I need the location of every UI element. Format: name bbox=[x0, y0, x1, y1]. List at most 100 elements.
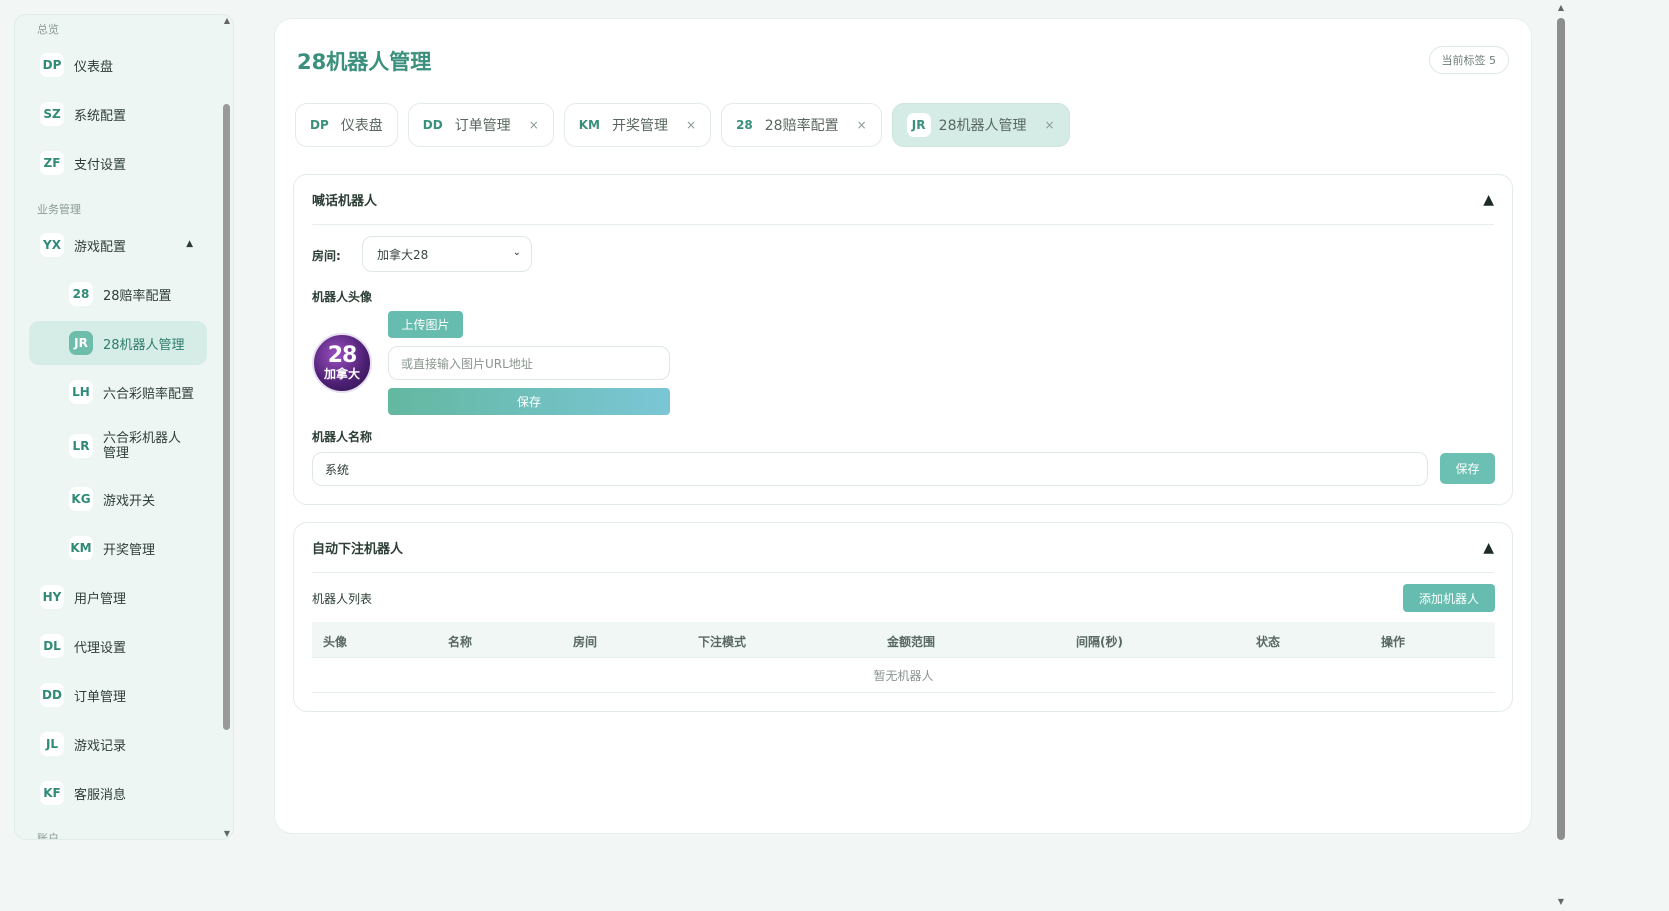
close-icon[interactable]: × bbox=[686, 118, 696, 132]
close-icon[interactable]: × bbox=[1044, 118, 1054, 132]
sidebar-item-label: 系统配置 bbox=[74, 108, 127, 124]
sidebar-item-lhc-robot[interactable]: LR 六合彩机器人管理 bbox=[29, 423, 207, 469]
sidebar-item-game-config[interactable]: YX 游戏配置 ▲ bbox=[29, 223, 207, 267]
section-overview: 总览 bbox=[37, 23, 59, 36]
page-scrollbar[interactable]: ▲ ▼ bbox=[1553, 0, 1569, 911]
scroll-down-icon[interactable]: ▼ bbox=[1556, 897, 1566, 906]
sidebar-item-label: 开奖管理 bbox=[103, 542, 156, 558]
collapse-icon[interactable]: ▲ bbox=[1483, 540, 1494, 556]
sidebar-item-orders[interactable]: DD 订单管理 bbox=[29, 673, 207, 717]
sidebar-badge: 28 bbox=[69, 282, 93, 306]
tab-28-odds[interactable]: 28 28赔率配置 × bbox=[721, 103, 882, 147]
tag-count-badge: 当前标签 5 bbox=[1428, 46, 1509, 74]
tab-orders[interactable]: DD 订单管理 × bbox=[407, 103, 554, 147]
scroll-up-icon[interactable]: ▲ bbox=[222, 16, 232, 25]
sidebar-badge: HY bbox=[40, 585, 64, 609]
scroll-down-icon[interactable]: ▼ bbox=[222, 829, 232, 838]
sidebar-item-label: 订单管理 bbox=[74, 689, 127, 705]
avatar-label: 机器人头像 bbox=[312, 290, 373, 304]
sidebar-scrollbar-thumb[interactable] bbox=[223, 104, 230, 730]
sidebar-item-label: 游戏开关 bbox=[103, 493, 156, 509]
column-header: 下注模式 bbox=[698, 635, 747, 649]
save-avatar-button[interactable]: 保存 bbox=[388, 388, 670, 415]
column-header: 房间 bbox=[573, 635, 598, 649]
column-header: 状态 bbox=[1256, 635, 1281, 649]
sidebar-item-label: 用户管理 bbox=[74, 591, 127, 607]
sidebar-item-label: 游戏记录 bbox=[74, 738, 127, 754]
robot-table: 头像 名称 房间 下注模式 金额范围 间隔(秒) 状态 操作 暂无机器人 bbox=[312, 622, 1495, 693]
tab-label: 仪表盘 bbox=[340, 118, 383, 134]
shout-bot-card: 喊话机器人 ▲ 房间: 加拿大28 ⌄ 机器人头像 28 加拿大 上传图片 或直… bbox=[293, 174, 1513, 505]
sidebar-badge: KF bbox=[40, 781, 64, 805]
table-header: 头像 名称 房间 下注模式 金额范围 间隔(秒) 状态 操作 bbox=[312, 622, 1495, 658]
sidebar-item-label: 代理设置 bbox=[74, 640, 127, 656]
chevron-down-icon: ⌄ bbox=[512, 247, 521, 258]
auto-bet-bot-card: 自动下注机器人 ▲ 机器人列表 添加机器人 头像 名称 房间 下注模式 金额范围… bbox=[293, 522, 1513, 712]
sidebar-item-game-records[interactable]: JL 游戏记录 bbox=[29, 722, 207, 766]
tab-dashboard[interactable]: DP 仪表盘 bbox=[295, 103, 398, 147]
sidebar-item-label: 仪表盘 bbox=[74, 59, 114, 75]
sidebar-item-payment[interactable]: ZF 支付设置 bbox=[29, 141, 207, 185]
column-header: 名称 bbox=[448, 635, 473, 649]
sidebar-item-agent[interactable]: DL 代理设置 bbox=[29, 624, 207, 668]
tab-label: 28赔率配置 bbox=[764, 118, 839, 134]
sidebar-scrollbar[interactable]: ▲ ▼ bbox=[220, 14, 234, 840]
sidebar-item-label: 游戏配置 bbox=[74, 239, 127, 255]
avatar-url-input[interactable]: 或直接输入图片URL地址 bbox=[388, 346, 670, 380]
save-name-button[interactable]: 保存 bbox=[1440, 453, 1495, 484]
collapse-icon[interactable]: ▲ bbox=[1483, 192, 1494, 208]
card-title: 自动下注机器人 bbox=[312, 542, 404, 557]
column-header: 操作 bbox=[1381, 635, 1406, 649]
sidebar-badge: JR bbox=[69, 331, 93, 355]
sidebar-badge: KM bbox=[69, 536, 93, 560]
sidebar-item-system-config[interactable]: SZ 系统配置 bbox=[29, 92, 207, 136]
sidebar-item-label: 六合彩机器人管理 bbox=[103, 431, 182, 461]
add-robot-button[interactable]: 添加机器人 bbox=[1403, 584, 1495, 612]
tab-bar: DP 仪表盘 DD 订单管理 × KM 开奖管理 × 28 28赔率配置 × J… bbox=[295, 103, 1070, 147]
close-icon[interactable]: × bbox=[529, 118, 539, 132]
column-header: 头像 bbox=[323, 635, 348, 649]
sidebar-badge: SZ bbox=[40, 102, 64, 126]
room-label: 房间: bbox=[312, 249, 341, 263]
shout-bot-header[interactable]: 喊话机器人 ▲ bbox=[312, 175, 1494, 225]
main-panel: 28机器人管理 当前标签 5 DP 仪表盘 DD 订单管理 × KM 开奖管理 … bbox=[274, 18, 1532, 834]
tab-badge: JR bbox=[906, 113, 931, 137]
sidebar-item-lhc-odds[interactable]: LH 六合彩赔率配置 bbox=[29, 370, 207, 414]
tab-28-robot[interactable]: JR 28机器人管理 × bbox=[891, 103, 1070, 147]
sidebar-menu: 总览 DP 仪表盘 SZ 系统配置 ZF 支付设置 业务管理 YX 游戏配置 ▲… bbox=[15, 15, 219, 839]
sidebar: 总览 DP 仪表盘 SZ 系统配置 ZF 支付设置 业务管理 YX 游戏配置 ▲… bbox=[14, 14, 234, 840]
sidebar-item-label: 支付设置 bbox=[74, 157, 127, 173]
tab-badge: 28 bbox=[736, 118, 753, 132]
close-icon[interactable]: × bbox=[857, 118, 867, 132]
sidebar-item-label: 28机器人管理 bbox=[103, 337, 185, 353]
scroll-up-icon[interactable]: ▲ bbox=[1556, 3, 1566, 12]
column-header: 金额范围 bbox=[887, 635, 936, 649]
room-select[interactable]: 加拿大28 ⌄ bbox=[362, 236, 532, 272]
card-title: 喊话机器人 bbox=[312, 194, 378, 209]
page-title: 28机器人管理 bbox=[297, 50, 432, 74]
sidebar-badge: DL bbox=[40, 634, 64, 658]
sidebar-item-draw-management[interactable]: KM 开奖管理 bbox=[29, 526, 207, 570]
sidebar-item-28-robot[interactable]: JR 28机器人管理 bbox=[29, 321, 207, 365]
empty-table-message: 暂无机器人 bbox=[312, 658, 1495, 693]
section-business: 业务管理 bbox=[37, 203, 81, 216]
sidebar-item-users[interactable]: HY 用户管理 bbox=[29, 575, 207, 619]
tab-draw-management[interactable]: KM 开奖管理 × bbox=[563, 103, 712, 147]
sidebar-item-support[interactable]: KF 客服消息 bbox=[29, 771, 207, 815]
sidebar-item-dashboard[interactable]: DP 仪表盘 bbox=[29, 43, 207, 87]
robot-name-label: 机器人名称 bbox=[312, 430, 373, 444]
sidebar-item-28-odds[interactable]: 28 28赔率配置 bbox=[29, 272, 207, 316]
auto-bet-bot-header[interactable]: 自动下注机器人 ▲ bbox=[312, 523, 1494, 573]
robot-list-label: 机器人列表 bbox=[312, 592, 373, 606]
robot-name-input[interactable]: 系统 bbox=[312, 452, 1428, 486]
page-scrollbar-thumb[interactable] bbox=[1557, 18, 1565, 840]
sidebar-badge: KG bbox=[69, 487, 93, 511]
sidebar-badge: DP bbox=[40, 53, 64, 77]
sidebar-badge: LH bbox=[69, 380, 93, 404]
sidebar-badge: LR bbox=[69, 434, 93, 458]
sidebar-item-game-switch[interactable]: KG 游戏开关 bbox=[29, 477, 207, 521]
upload-image-button[interactable]: 上传图片 bbox=[388, 311, 463, 338]
room-select-value: 加拿大28 bbox=[377, 247, 429, 262]
tab-badge: DP bbox=[310, 118, 329, 132]
tab-label: 28机器人管理 bbox=[938, 118, 1027, 134]
